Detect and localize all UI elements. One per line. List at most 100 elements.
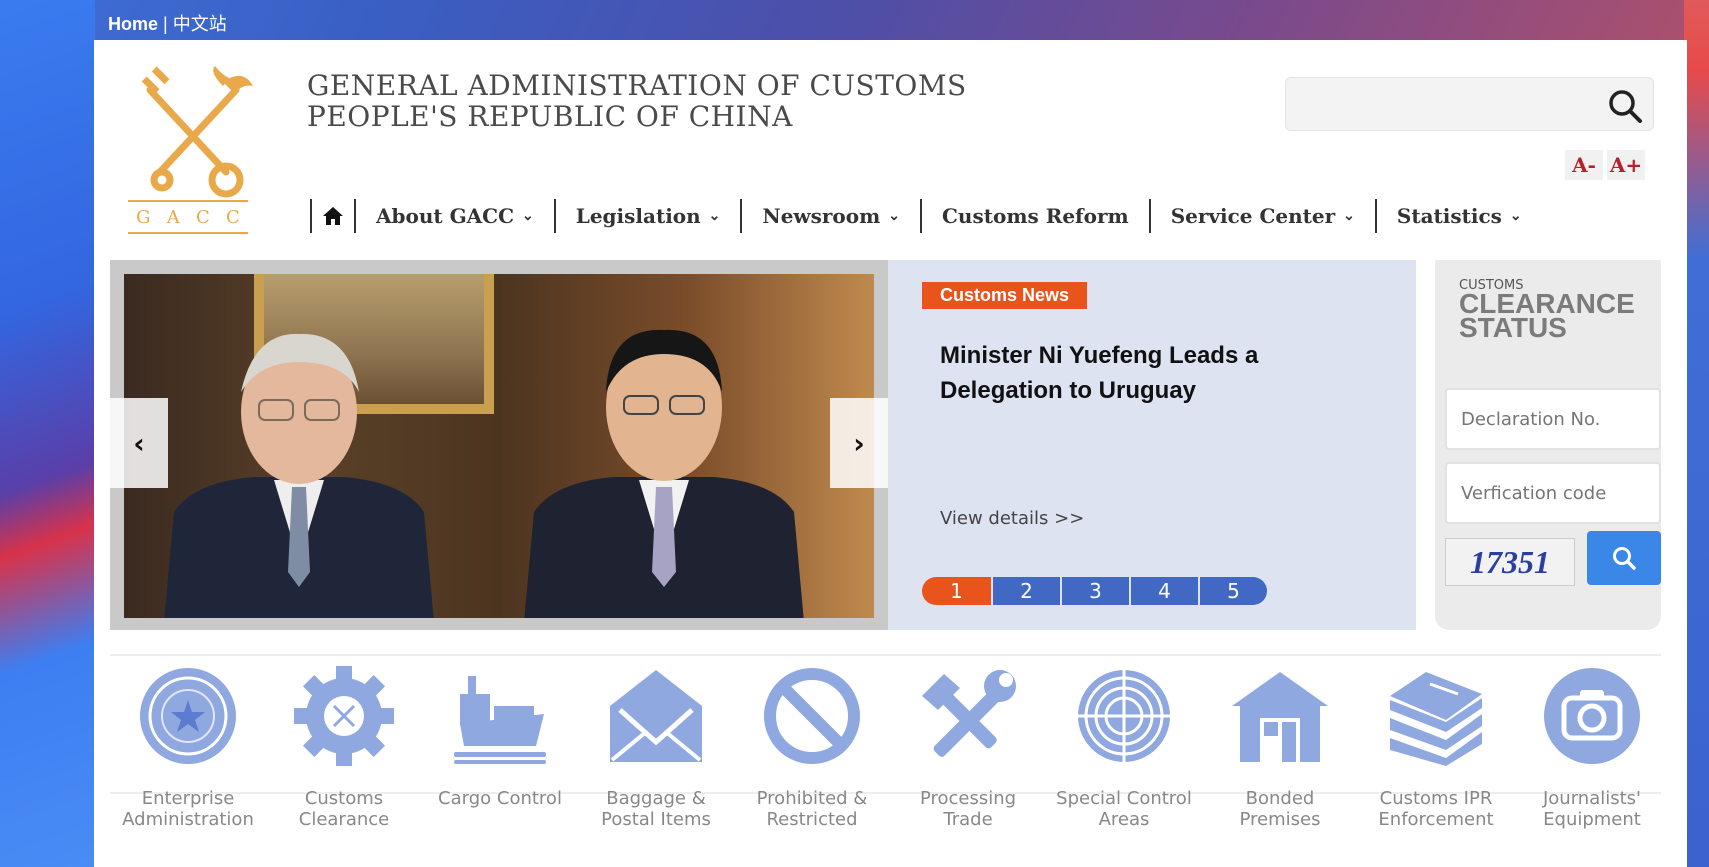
service-label: Premises — [1239, 809, 1321, 830]
logo-letter: A — [166, 206, 180, 228]
chinese-site-link[interactable]: 中文站 — [173, 14, 227, 34]
service-label: Cargo Control — [438, 788, 562, 809]
home-icon — [323, 207, 343, 225]
service-label: Restricted — [766, 809, 858, 830]
chevron-down-icon: ⌄ — [1343, 208, 1355, 224]
service-label: Journalists' — [1542, 788, 1641, 809]
service-label: Clearance — [298, 809, 390, 830]
logo-letter: C — [196, 206, 210, 228]
clearance-title: CLEARANCE STATUS — [1459, 290, 1635, 343]
nav-label: Service Center — [1170, 204, 1336, 228]
service-label: Processing — [919, 788, 1017, 809]
service-label: Enterprise — [141, 788, 235, 809]
nav-about-gacc[interactable]: About GACC ⌄ — [356, 204, 554, 228]
news-photo[interactable] — [124, 274, 874, 618]
declaration-number-input[interactable] — [1445, 388, 1661, 450]
nav-label: Newsroom — [762, 204, 881, 228]
books-icon — [1390, 672, 1482, 766]
main-navigation: About GACC ⌄ Legislation ⌄ Newsroom ⌄ Custo… — [310, 198, 1542, 234]
service-bonded-premises[interactable]: Bonded Premises — [1202, 666, 1358, 830]
gacc-logo-icon[interactable] — [128, 62, 258, 212]
page-dot-5[interactable]: 5 — [1198, 577, 1267, 605]
service-label: Baggage & — [606, 788, 706, 809]
nav-label: Customs Reform — [942, 204, 1129, 228]
clearance-title-line2: STATUS — [1459, 312, 1567, 343]
service-customs-ipr[interactable]: Customs IPR Enforcement — [1358, 666, 1514, 830]
nav-label: Legislation — [575, 204, 701, 228]
page-dot-4[interactable]: 4 — [1129, 577, 1198, 605]
news-carousel: ‹ › — [110, 260, 888, 630]
page-dot-1[interactable]: 1 — [922, 577, 991, 605]
page-dot-2[interactable]: 2 — [991, 577, 1060, 605]
nav-newsroom[interactable]: Newsroom ⌄ — [742, 204, 920, 228]
service-label: Customs IPR — [1379, 788, 1493, 809]
service-label: Areas — [1098, 809, 1150, 830]
service-label: Bonded — [1245, 788, 1315, 809]
star-badge-icon — [140, 668, 236, 764]
chevron-right-icon: › — [853, 426, 865, 460]
warehouse-icon — [1232, 672, 1328, 762]
chevron-left-icon: ‹ — [133, 426, 145, 460]
background-decoration-right — [1684, 0, 1709, 867]
nav-service-center[interactable]: Service Center ⌄ — [1151, 204, 1375, 228]
news-headline-link[interactable]: Minister Ni Yuefeng Leads a Delegation t… — [940, 338, 1340, 408]
envelope-icon — [610, 670, 702, 762]
carousel-prev-button[interactable]: ‹ — [110, 398, 168, 488]
service-label: Trade — [943, 809, 993, 830]
service-label: Prohibited & — [756, 788, 868, 809]
clearance-search-button[interactable] — [1587, 531, 1661, 585]
service-processing-trade[interactable]: Processing Trade — [890, 666, 1046, 830]
captcha-image[interactable]: 17351 — [1445, 538, 1575, 586]
service-shortcuts: Enterprise Administration Customs Clearanc… — [110, 666, 1670, 830]
person-right-figure — [524, 329, 804, 618]
service-customs-clearance[interactable]: Customs Clearance — [266, 666, 422, 830]
page-dot-3[interactable]: 3 — [1060, 577, 1129, 605]
prohibited-icon — [764, 668, 860, 764]
view-details-link[interactable]: View details >> — [940, 508, 1084, 529]
logo-letter: G — [136, 206, 151, 228]
service-label: Equipment — [1543, 809, 1641, 830]
page-container: G A C C GENERAL ADMINISTRATION OF CUSTOM… — [94, 40, 1687, 867]
chevron-down-icon: ⌄ — [522, 208, 534, 224]
carousel-pagination: 1 2 3 4 5 — [922, 577, 1267, 605]
org-title-line1: GENERAL ADMINISTRATION OF CUSTOMS — [307, 69, 967, 102]
news-panel: Customs News Minister Ni Yuefeng Leads a… — [888, 260, 1416, 630]
service-label: Postal Items — [601, 809, 711, 830]
service-label: Special Control — [1056, 788, 1192, 809]
nav-label: About GACC — [376, 204, 515, 228]
search-icon[interactable] — [1607, 88, 1643, 124]
background-decoration-left — [0, 0, 95, 867]
org-title-line2: PEOPLE'S REPUBLIC OF CHINA — [307, 100, 793, 133]
service-journalists-equipment[interactable]: Journalists' Equipment — [1514, 666, 1670, 830]
nav-legislation[interactable]: Legislation ⌄ — [556, 204, 741, 228]
service-special-control-areas[interactable]: Special Control Areas — [1046, 666, 1202, 830]
topbar-separator: | — [163, 14, 168, 34]
search-icon — [1613, 547, 1636, 570]
service-prohibited-restricted[interactable]: Prohibited & Restricted — [734, 666, 890, 830]
nav-home[interactable] — [312, 205, 354, 227]
nav-label: Statistics — [1396, 204, 1502, 228]
news-category-badge: Customs News — [922, 282, 1088, 309]
gacc-letters: G A C C — [128, 200, 248, 234]
service-cargo-control[interactable]: Cargo Control — [422, 666, 578, 830]
search-input[interactable] — [1286, 78, 1606, 128]
verification-code-input[interactable] — [1445, 462, 1661, 524]
font-decrease-button[interactable]: A- — [1565, 150, 1603, 180]
special-area-icon — [1078, 670, 1170, 762]
nav-statistics[interactable]: Statistics ⌄ — [1377, 204, 1542, 228]
person-left-figure — [164, 333, 434, 618]
home-link[interactable]: Home — [108, 14, 158, 34]
organization-title: GENERAL ADMINISTRATION OF CUSTOMS PEOPLE… — [307, 70, 967, 132]
nav-customs-reform[interactable]: Customs Reform — [922, 204, 1149, 228]
cargo-ship-icon — [454, 676, 546, 764]
chevron-down-icon: ⌄ — [888, 208, 901, 224]
chevron-down-icon: ⌄ — [708, 208, 721, 224]
clearance-status-panel: CUSTOMS CLEARANCE STATUS 17351 — [1435, 260, 1661, 630]
service-label: Customs — [304, 788, 384, 809]
service-baggage-postal[interactable]: Baggage & Postal Items — [578, 666, 734, 830]
carousel-next-button[interactable]: › — [830, 398, 888, 488]
service-label: Administration — [122, 809, 254, 830]
font-increase-button[interactable]: A+ — [1607, 150, 1645, 180]
camera-icon — [1544, 668, 1640, 764]
service-enterprise-administration[interactable]: Enterprise Administration — [110, 666, 266, 830]
